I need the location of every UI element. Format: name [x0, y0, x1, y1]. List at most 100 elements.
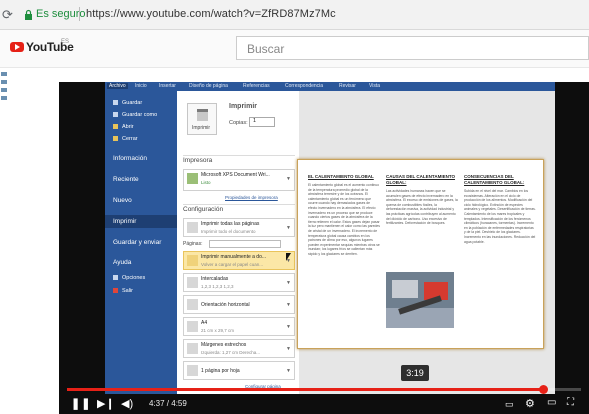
printer-status-icon [187, 173, 198, 184]
print-button: Imprimir [187, 103, 217, 135]
column-title: EL CALENTAMIENTO GLOBAL [308, 174, 374, 179]
menu-guardar: Guardar [113, 100, 142, 106]
print-button-label: Imprimir [192, 125, 211, 131]
current-time: 4:37 [149, 399, 165, 408]
settings-gear-icon[interactable]: ⚙ [525, 397, 535, 410]
screen: ⟳ Es seguro https://www.youtube.com/watc… [0, 0, 589, 414]
chevron-down-icon: ▼ [286, 346, 291, 352]
pages-icon [187, 222, 198, 233]
country-code: ES [61, 39, 70, 45]
pages-per-sheet-icon [187, 365, 198, 376]
printer-name: Microsoft XPS Document Wri... [201, 172, 270, 178]
duration: 4:59 [171, 399, 187, 408]
volume-icon[interactable]: ◀) [121, 397, 133, 410]
search-placeholder: Buscar [247, 42, 285, 56]
tab-revisar: Revisar [339, 83, 356, 89]
copies-input: 1 [249, 117, 275, 127]
preview-illustration [386, 272, 454, 328]
next-icon[interactable]: ▶❙ [97, 397, 115, 410]
menu-guardar-como: Guardar como [113, 112, 157, 118]
pages-field: Páginas: [183, 240, 295, 249]
menu-ayuda: Ayuda [113, 259, 132, 266]
word-ribbon-tabs: Archivo Inicio Insertar Diseño de página… [105, 82, 555, 91]
option-paper-size: A4 21 cm x 29,7 cm ▼ [183, 317, 295, 336]
printer-properties-link: Propiedades de impresora [225, 195, 278, 200]
column-text: El calentamiento global es el aumento co… [308, 183, 380, 256]
seek-tooltip: 3:19 [401, 365, 429, 381]
config-section-title: Configuración [183, 206, 224, 213]
printer-select: Microsoft XPS Document Wri... Listo ▼ [183, 169, 295, 191]
printer-status: Listo [201, 180, 211, 185]
chevron-down-icon: ▼ [286, 368, 291, 374]
progress-played [67, 388, 543, 391]
progress-scrubber[interactable] [538, 385, 548, 394]
search-input[interactable]: Buscar [236, 36, 589, 60]
printer-icon [197, 109, 208, 121]
subtitles-icon[interactable]: ▭ [505, 399, 514, 410]
option-pages-per-sheet: 1 página por hoja ▼ [183, 361, 295, 380]
exit-icon [113, 288, 118, 293]
tab-archivo: Archivo [107, 83, 128, 89]
side-menu-strip [0, 68, 8, 128]
divider [183, 155, 295, 156]
chevron-down-icon: ▼ [286, 280, 291, 286]
youtube-logo-icon[interactable] [10, 42, 24, 52]
chevron-down-icon: ▼ [286, 302, 291, 308]
paper-icon [187, 321, 198, 332]
pause-icon[interactable]: ❚❚ [71, 397, 91, 410]
tab-referencias: Referencias [243, 83, 270, 89]
progress-bar[interactable] [67, 385, 581, 394]
orientation-icon [187, 299, 198, 310]
chevron-down-icon: ▼ [286, 225, 291, 231]
menu-reciente: Reciente [113, 176, 139, 183]
open-folder-icon [113, 124, 118, 129]
save-icon [113, 100, 118, 105]
tab-inicio: Inicio [135, 83, 147, 89]
fullscreen-icon[interactable]: ⛶ [567, 397, 574, 408]
menu-informacion: Información [113, 155, 147, 162]
tab-insertar: Insertar [159, 83, 176, 89]
menu-guardar-y-enviar: Guardar y enviar [113, 239, 162, 246]
menu-opciones: Opciones [113, 275, 145, 281]
menu-cerrar: Cerrar [113, 136, 138, 142]
browser-address-bar: ⟳ Es seguro https://www.youtube.com/watc… [0, 0, 589, 30]
menu-nuevo: Nuevo [113, 197, 132, 204]
url-divider [79, 7, 80, 21]
option-manual-duplex: Imprimir manualmente a do... Volver a ca… [183, 251, 295, 270]
backstage-menu: Guardar Guardar como Abrir Cerrar Inform… [105, 91, 177, 394]
preview-column-1: EL CALENTAMIENTO GLOBAL El calentamiento… [308, 174, 380, 257]
margins-icon [187, 343, 198, 354]
chevron-down-icon: ▼ [286, 176, 291, 182]
mouse-cursor-icon [286, 253, 291, 261]
option-margins: Márgenes estrechos Izquierda: 1,27 cm De… [183, 339, 295, 358]
tab-correspondencia: Correspondencia [285, 83, 324, 89]
divider [183, 204, 295, 205]
option-orientation: Orientación horizontal ▼ [183, 295, 295, 314]
chevron-down-icon: ▼ [286, 324, 291, 330]
preview-column-3: CONSECUENCIAS DEL CALENTAMIENTO GLOBAL: … [464, 174, 536, 244]
lock-icon [25, 9, 32, 20]
options-icon [113, 275, 118, 280]
save-as-icon [113, 112, 118, 117]
copies-label: Copias: [229, 120, 248, 126]
pages-label: Páginas: [183, 241, 203, 247]
tab-diseno: Diseño de página [189, 83, 228, 89]
option-collated: Intercaladas 1,2,3 1,2,3 1,2,3 ▼ [183, 273, 295, 292]
url-text[interactable]: https://www.youtube.com/watch?v=ZfRD87Mz… [86, 8, 336, 20]
reload-icon[interactable]: ⟳ [2, 7, 13, 23]
player-controls: ❚❚ ▶❙ ◀) 4:37 / 4:59 ▭ ⚙ ▭ ⛶ [59, 394, 589, 414]
theater-mode-icon[interactable]: ▭ [547, 397, 556, 408]
preview-page: EL CALENTAMIENTO GLOBAL El calentamiento… [297, 159, 544, 349]
menu-imprimir: Imprimir [105, 215, 177, 228]
youtube-header: YouTube ES Buscar [0, 30, 589, 68]
print-title: Imprimir [229, 103, 258, 110]
printer-section-title: Impresora [183, 157, 213, 164]
close-folder-icon [113, 136, 118, 141]
duplex-icon [187, 255, 198, 266]
menu-abrir: Abrir [113, 124, 134, 130]
time-display: 4:37 / 4:59 [149, 399, 187, 408]
menu-salir: Salir [113, 288, 133, 294]
column-text: Subida en el nivel del mar. Cambios en l… [464, 189, 536, 244]
video-player[interactable]: Archivo Inicio Insertar Diseño de página… [59, 82, 589, 414]
column-title: CONSECUENCIAS DEL CALENTAMIENTO GLOBAL: [464, 174, 525, 185]
